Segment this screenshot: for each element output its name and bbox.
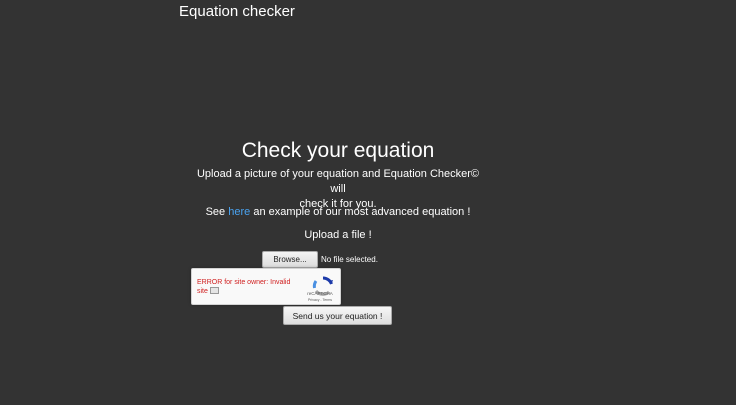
recaptcha-brand: reCAPTCHA [307, 291, 333, 296]
example-suffix: an example of our most advanced equation… [250, 206, 471, 218]
recaptcha-error-line-2: site [197, 288, 208, 295]
main-content: Check your equation Upload a picture of … [0, 0, 736, 405]
page-heading: Check your equation [241, 139, 435, 162]
recaptcha-error-line-1: ERROR for site owner: Invalid [197, 279, 291, 286]
recaptcha-links[interactable]: Privacy - Terms [301, 298, 339, 302]
missing-glyph-icon [209, 287, 219, 294]
file-input[interactable]: Browse... No file selected. [262, 251, 378, 268]
no-file-text: No file selected. [321, 255, 378, 264]
recaptcha-error: ERROR for site owner: Invalid site [197, 279, 297, 296]
example-prefix: See [205, 206, 229, 218]
upload-label: Upload a file ! [304, 229, 372, 241]
example-link[interactable]: here [228, 206, 250, 218]
send-equation-button[interactable]: Send us your equation ! [283, 306, 392, 325]
recaptcha-widget[interactable]: ERROR for site owner: Invalid site reCAP… [191, 268, 341, 305]
example-sentence: See here an example of our most advanced… [168, 206, 508, 218]
intro-line-1: Upload a picture of your equation and Eq… [196, 168, 480, 195]
browse-button[interactable]: Browse... [262, 251, 318, 268]
